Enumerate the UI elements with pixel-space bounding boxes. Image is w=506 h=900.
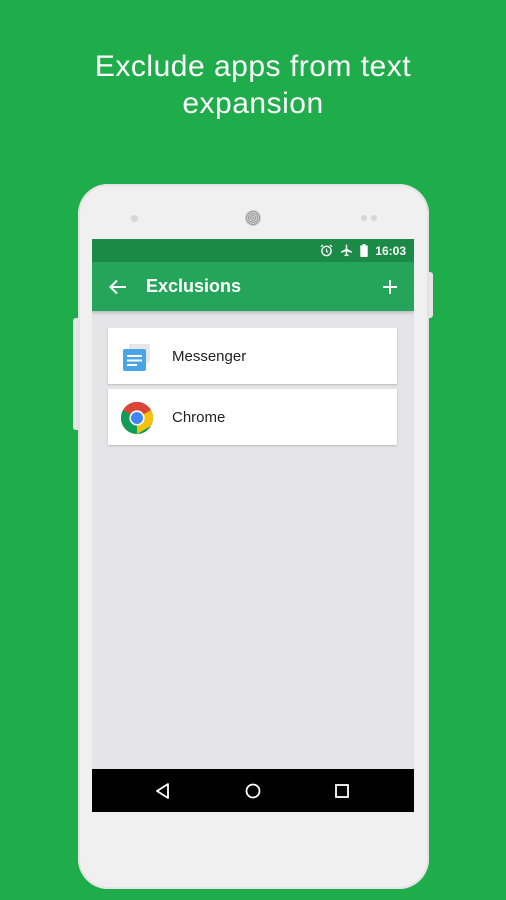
home-circle-icon[interactable] — [243, 781, 263, 801]
exclusion-label: Messenger — [172, 348, 247, 365]
exclusion-label: Chrome — [172, 409, 226, 426]
app-bar: Exclusions — [92, 262, 414, 311]
airplane-icon — [341, 244, 353, 257]
exclusion-item-messenger[interactable]: Messenger — [108, 328, 397, 384]
navigation-bar — [92, 769, 414, 812]
status-bar: 16:03 — [92, 239, 414, 262]
proximity-sensor-dot — [371, 215, 377, 221]
headline-line-2: expansion — [182, 87, 324, 120]
page-title: Exclusions — [146, 276, 242, 296]
alarm-icon — [320, 244, 333, 257]
back-triangle-icon[interactable] — [153, 781, 173, 801]
phone-screen: 16:03 Exclusions Messenger Chrome — [92, 239, 414, 812]
front-camera-dot — [361, 215, 367, 221]
sensor-dot — [131, 215, 138, 222]
arrow-left-icon[interactable] — [106, 275, 130, 299]
headline-line-1: Exclude apps from text — [94, 50, 412, 83]
earpiece-speaker — [245, 210, 261, 226]
messenger-icon — [123, 344, 150, 371]
plus-icon[interactable] — [378, 275, 402, 299]
headline: Exclude apps from text expansion — [0, 48, 506, 122]
status-time: 16:03 — [375, 243, 406, 258]
exclusion-item-chrome[interactable]: Chrome — [108, 389, 397, 445]
battery-icon — [360, 244, 369, 257]
recents-square-icon[interactable] — [332, 781, 352, 801]
chrome-icon — [120, 401, 154, 435]
